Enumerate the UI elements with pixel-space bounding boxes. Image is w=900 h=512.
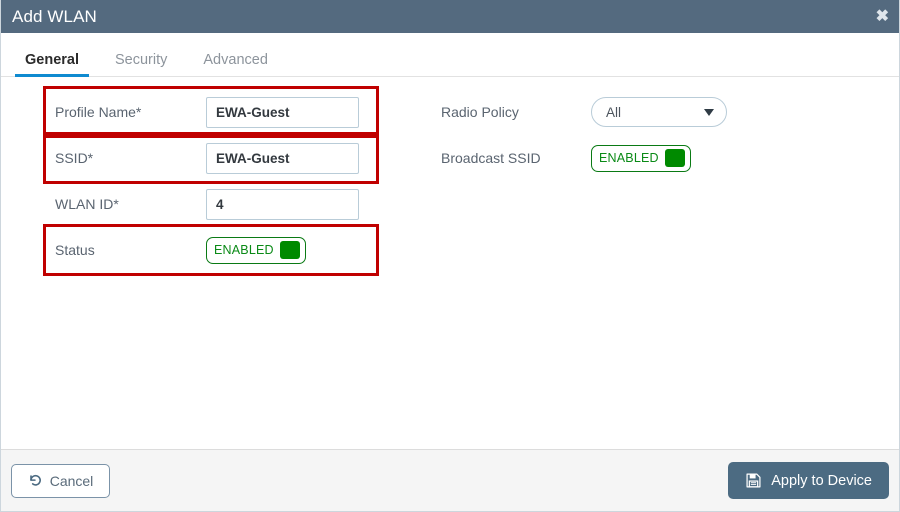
radio-policy-label: Radio Policy: [441, 104, 519, 120]
radio-policy-select[interactable]: All: [591, 97, 727, 127]
broadcast-ssid-toggle[interactable]: ENABLED: [591, 144, 691, 172]
save-disk-icon: [745, 472, 762, 489]
toggle-knob-icon: [665, 149, 685, 167]
apply-to-device-button[interactable]: Apply to Device: [728, 462, 889, 499]
profile-name-label: Profile Name*: [55, 104, 142, 120]
status-label: Status: [55, 242, 95, 258]
tab-advanced[interactable]: Advanced: [193, 52, 278, 76]
status-toggle-label: ENABLED: [214, 243, 274, 257]
profile-name-input[interactable]: [206, 96, 359, 128]
tab-general-label: General: [25, 52, 79, 68]
cancel-button-label: Cancel: [49, 472, 94, 489]
close-icon[interactable]: ✖: [876, 8, 889, 25]
cancel-button[interactable]: Cancel: [11, 463, 110, 498]
toggle-knob-icon: [280, 241, 300, 259]
field-row-ssid: SSID*: [43, 132, 379, 184]
dialog-body: Profile Name* SSID* WLAN ID* Status ENAB…: [1, 77, 899, 449]
tab-advanced-label: Advanced: [203, 52, 268, 68]
dialog-title: Add WLAN: [12, 6, 97, 26]
field-row-broadcast-ssid: Broadcast SSID ENABLED: [441, 135, 741, 181]
dialog-titlebar: Add WLAN ✖: [1, 0, 899, 33]
chevron-down-icon: [704, 108, 714, 116]
ssid-input[interactable]: [206, 142, 359, 174]
tab-general[interactable]: General: [15, 52, 89, 77]
ssid-label: SSID*: [55, 150, 94, 166]
form-left-column: Profile Name* SSID* WLAN ID* Status ENAB…: [43, 86, 379, 276]
status-toggle[interactable]: ENABLED: [206, 236, 306, 264]
tab-security[interactable]: Security: [105, 52, 177, 76]
add-wlan-dialog: Add WLAN ✖ General Security Advanced Pro…: [0, 0, 900, 512]
broadcast-ssid-label: Broadcast SSID: [441, 150, 541, 166]
form-right-column: Radio Policy All Broadcast SSID ENABLED: [441, 89, 741, 181]
undo-icon: [28, 473, 43, 488]
broadcast-ssid-toggle-label: ENABLED: [599, 151, 659, 165]
field-row-status: Status ENABLED: [43, 224, 379, 276]
apply-to-device-label: Apply to Device: [771, 472, 872, 489]
field-row-radio-policy: Radio Policy All: [441, 89, 741, 135]
field-row-profile-name: Profile Name*: [43, 86, 379, 138]
tab-bar: General Security Advanced: [1, 44, 899, 77]
tab-security-label: Security: [115, 52, 168, 68]
wlan-id-input[interactable]: [206, 188, 359, 220]
field-row-wlan-id: WLAN ID*: [46, 181, 376, 227]
radio-policy-value: All: [606, 104, 622, 120]
wlan-id-label: WLAN ID*: [55, 196, 119, 212]
dialog-footer: Cancel Apply to Device: [1, 449, 899, 511]
